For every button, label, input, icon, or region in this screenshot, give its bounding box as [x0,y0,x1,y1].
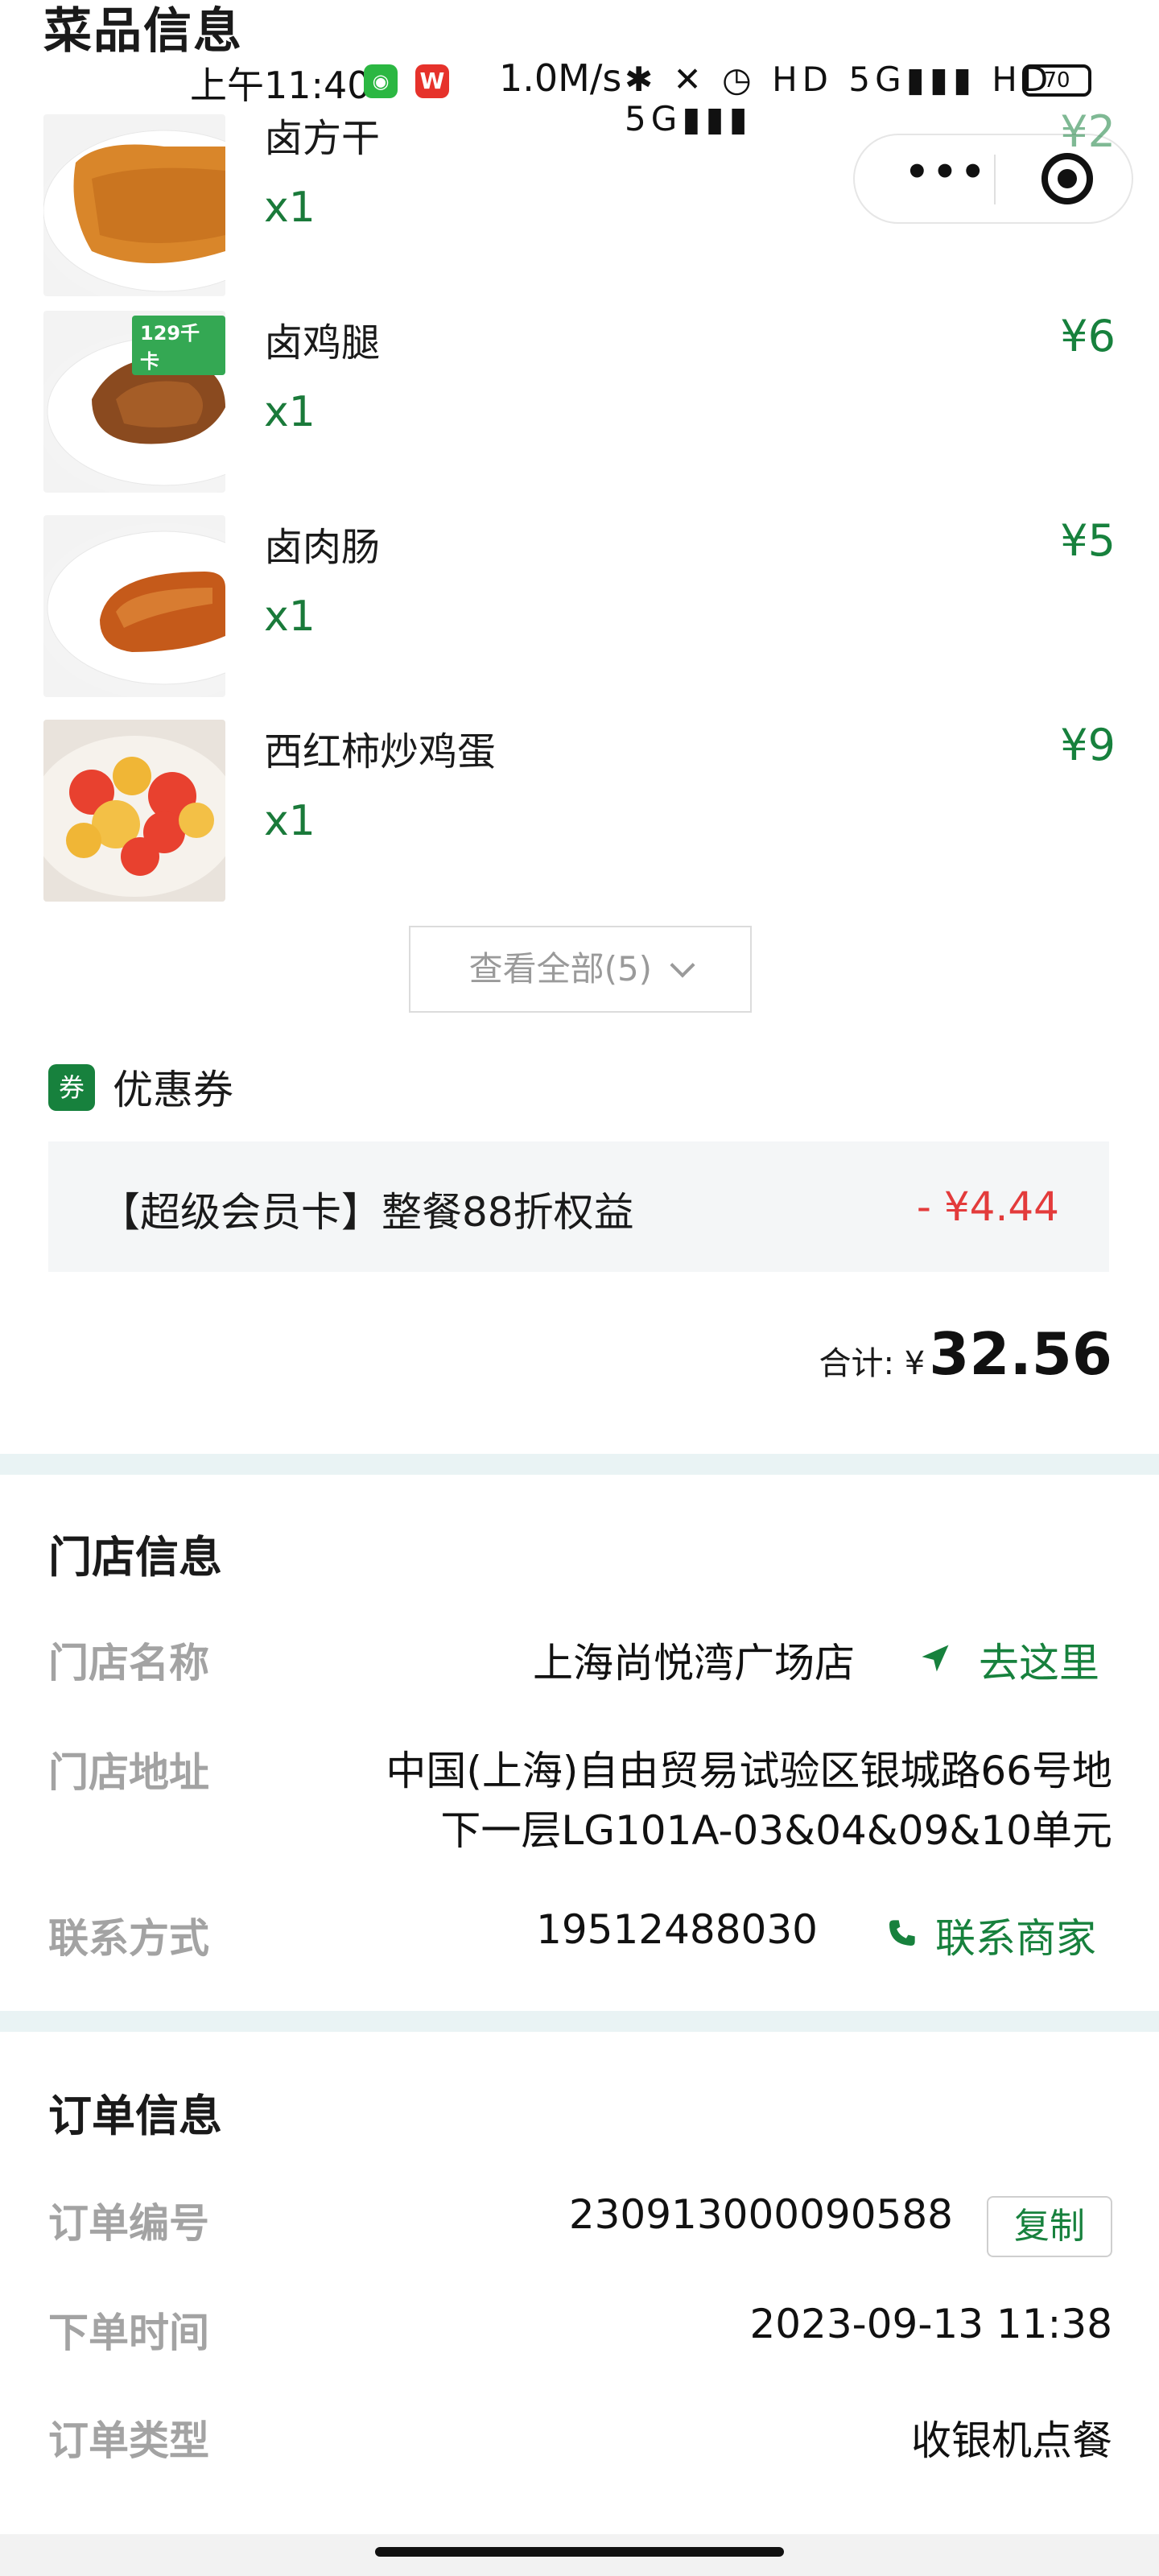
coupon-item: 【超级会员卡】整餐88折权益 - ¥4.44 [48,1141,1109,1272]
section-title-dishes: 菜品信息 [43,3,243,60]
store-contact-label: 联系方式 [48,1915,209,1962]
store-address-line1: 中国(上海)自由贸易试验区银城路66号地 [386,1748,1112,1794]
home-indicator[interactable] [375,2547,784,2557]
contact-merchant-label: 联系商家 [935,1915,1096,1962]
goto-store-label: 去这里 [979,1640,1099,1686]
coupon-discount-amount: - ¥4.44 [916,1183,1059,1230]
dish-image [43,114,225,296]
total-value: 32.56 [929,1320,1112,1388]
dish-item: 卤肉肠 x1 ¥5 [43,515,1116,702]
contact-merchant-link[interactable]: 联系商家 [885,1906,1119,1963]
order-type-value: 收银机点餐 [911,2417,1112,2464]
dish-image [43,515,225,697]
battery-icon: 70 [1022,64,1091,97]
order-time-value: 2023-09-13 11:38 [749,2301,1112,2347]
order-type-label: 订单类型 [48,2417,209,2464]
dish-quantity: x1 [264,592,316,641]
order-time-label: 下单时间 [48,2310,209,2356]
store-name-label: 门店名称 [48,1640,209,1686]
dish-name: 西红柿炒鸡蛋 [264,729,497,774]
order-info-title: 订单信息 [48,2091,222,2141]
store-info-title: 门店信息 [48,1532,222,1583]
dish-name: 卤方干 [264,116,381,161]
coupon-icon: 券 [48,1064,95,1111]
dish-quantity: x1 [264,388,316,436]
wechat-icon: ◉ [364,64,398,98]
dish-price: ¥9 [1060,720,1116,770]
dish-quantity: x1 [264,797,316,845]
section-separator [0,1454,1159,1475]
dish-price: ¥6 [1060,311,1116,361]
status-time: 上午11:40 [190,64,371,107]
order-total: 合计: ¥ 32.56 [819,1320,1112,1388]
section-separator [0,2011,1159,2032]
chevron-down-icon [670,952,695,978]
order-id-value: 230913000090588 [568,2191,953,2238]
dish-image: 129千卡 [43,311,225,493]
coupon-section-title: 优惠券 [113,1067,233,1113]
phone-icon [889,1920,915,1946]
status-bar: 上午11:40 ◉ W 1.0M/s ✱ ✕ ◷ HD 5G▮▮▮ HD 5G▮… [0,56,1159,138]
dish-image [43,720,225,902]
calorie-badge: 129千卡 [132,316,225,375]
copy-order-id-button[interactable]: 复制 [987,2196,1112,2257]
store-address-label: 门店地址 [48,1749,209,1796]
store-phone-value: 19512488030 [536,1906,818,1953]
total-label: 合计: ¥ [819,1345,926,1382]
order-id-label: 订单编号 [48,2200,209,2247]
coupon-name: 【超级会员卡】整餐88折权益 [100,1189,634,1236]
store-address-line2: 下一层LG101A-03&04&09&10单元 [440,1807,1112,1854]
dish-price: ¥2 [1060,106,1116,157]
w-app-icon: W [415,64,449,98]
view-all-label: 查看全部(5) [468,949,653,989]
goto-store-link[interactable]: 去这里 [918,1631,1119,1687]
dish-name: 卤肉肠 [264,525,381,570]
network-speed: 1.0M/s [499,56,622,100]
dish-item: 西红柿炒鸡蛋 x1 ¥9 [43,720,1116,906]
view-all-dishes-button[interactable]: 查看全部(5) [409,926,752,1013]
dish-quantity: x1 [264,184,316,232]
dish-item: 卤方干 x1 ¥2 [43,106,1116,296]
navigation-arrow-icon [922,1645,949,1672]
dish-name: 卤鸡腿 [264,320,381,365]
dish-item: 129千卡 卤鸡腿 x1 ¥6 [43,311,1116,497]
dish-price: ¥5 [1060,515,1116,566]
store-name-value: 上海尚悦湾广场店 [533,1640,855,1686]
